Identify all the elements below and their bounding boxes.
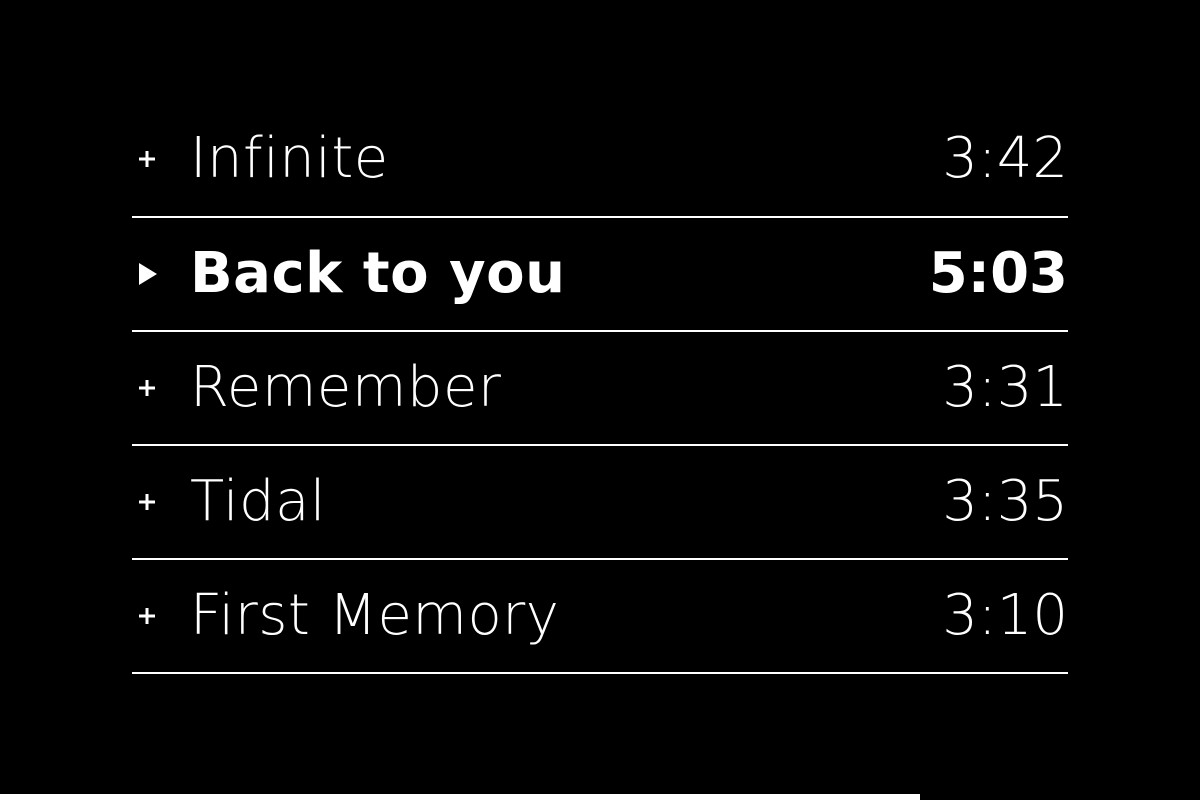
track-duration: 3:10 (942, 583, 1068, 648)
play-icon[interactable] (132, 259, 162, 289)
plus-icon[interactable] (132, 373, 162, 403)
track-row-first-memory[interactable]: First Memory 3:10 (132, 560, 1068, 674)
track-title: Tidal (190, 469, 326, 534)
playback-progress-fill (0, 794, 921, 800)
track-title: Back to you (190, 241, 566, 306)
track-row-infinite[interactable]: Infinite 3:42 (132, 102, 1068, 218)
track-duration: 5:03 (928, 241, 1068, 306)
plus-icon[interactable] (132, 144, 162, 174)
tracklist: Infinite 3:42 Back to you 5:03 Remember … (132, 102, 1068, 674)
playback-progress-bar[interactable] (0, 794, 1200, 800)
track-title: First Memory (190, 583, 560, 648)
plus-icon[interactable] (132, 487, 162, 517)
track-duration: 3:42 (942, 126, 1068, 191)
track-title: Remember (190, 355, 502, 420)
track-row-tidal[interactable]: Tidal 3:35 (132, 446, 1068, 560)
plus-icon[interactable] (132, 601, 162, 631)
track-row-back-to-you[interactable]: Back to you 5:03 (132, 218, 1068, 332)
track-title: Infinite (190, 126, 389, 191)
track-duration: 3:35 (942, 469, 1068, 534)
track-duration: 3:31 (942, 355, 1068, 420)
track-row-remember[interactable]: Remember 3:31 (132, 332, 1068, 446)
